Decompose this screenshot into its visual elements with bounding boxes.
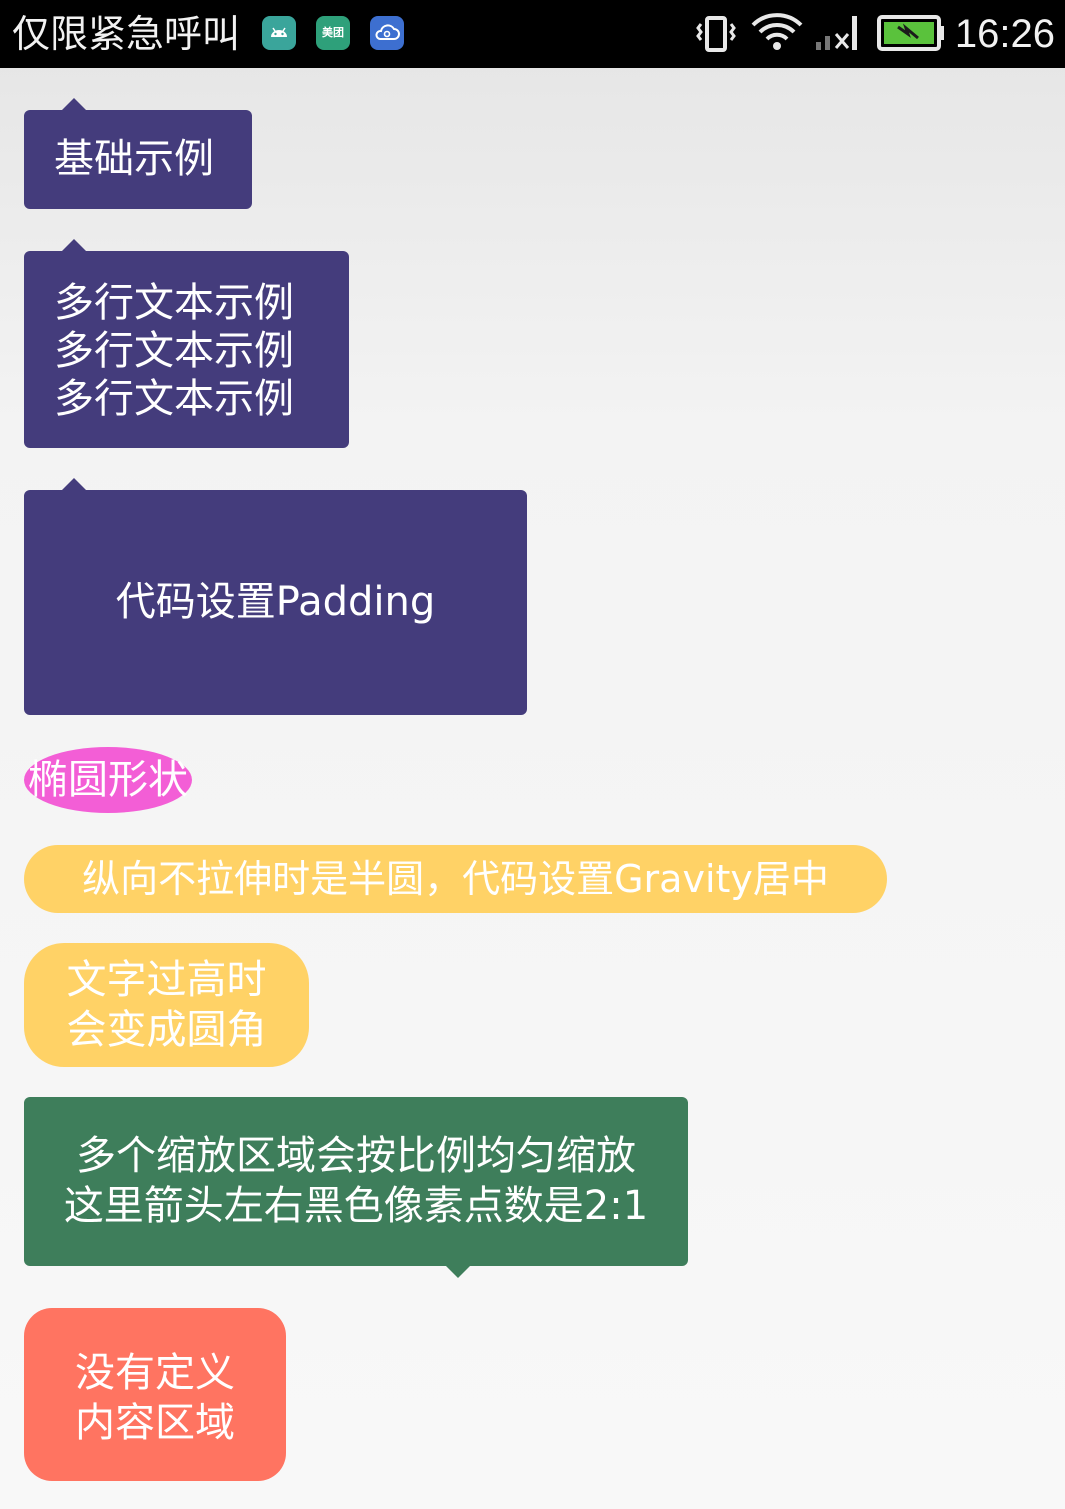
bubble-basic-arrow [62, 98, 86, 110]
bubble-padding: 代码设置Padding [24, 490, 527, 715]
signal-no-sim-icon [816, 16, 857, 50]
bubble-no-content-area: 没有定义 内容区域 [24, 1308, 286, 1481]
battery-charging-icon [877, 15, 944, 51]
status-bar: 仅限紧急呼叫 美团 16:26 [0, 0, 1065, 68]
bubble-multiline-text: 多行文本示例 多行文本示例 多行文本示例 [54, 280, 294, 422]
bubble-rounded-tall-text: 文字过高时 会变成圆角 [66, 957, 267, 1053]
bubble-basic: 基础示例 [24, 110, 252, 209]
bubble-scale: 多个缩放区域会按比例均匀缩放 这里箭头左右黑色像素点数是2:1 [24, 1097, 688, 1266]
bubble-rounded-tall: 文字过高时 会变成圆角 [24, 943, 309, 1067]
meituan-icon: 美团 [316, 16, 350, 50]
bubble-basic-text: 基础示例 [54, 136, 214, 182]
carrier-status-text: 仅限紧急呼叫 [12, 12, 241, 56]
android-icon [262, 16, 296, 50]
bubble-ellipse: 椭圆形状 [24, 747, 192, 813]
meituan-icon-label: 美团 [322, 26, 344, 39]
bubble-scale-arrow [446, 1266, 470, 1278]
bubble-no-content-area-text: 没有定义 内容区域 [75, 1350, 235, 1446]
wifi-icon [751, 13, 803, 50]
vibrate-icon [696, 16, 736, 52]
cloud-icon [370, 16, 404, 50]
bubble-padding-arrow [62, 478, 86, 490]
bubble-scale-text: 多个缩放区域会按比例均匀缩放 这里箭头左右黑色像素点数是2:1 [63, 1133, 649, 1229]
bubble-ellipse-text: 椭圆形状 [28, 757, 188, 803]
bubble-multiline-arrow [62, 239, 86, 251]
bubble-gravity-text: 纵向不拉伸时是半圆，代码设置Gravity居中 [82, 857, 829, 901]
bubble-padding-text: 代码设置Padding [115, 579, 436, 625]
status-clock: 16:26 [954, 12, 1055, 56]
bubble-multiline: 多行文本示例 多行文本示例 多行文本示例 [24, 251, 349, 448]
bubble-gravity: 纵向不拉伸时是半圆，代码设置Gravity居中 [24, 845, 887, 913]
